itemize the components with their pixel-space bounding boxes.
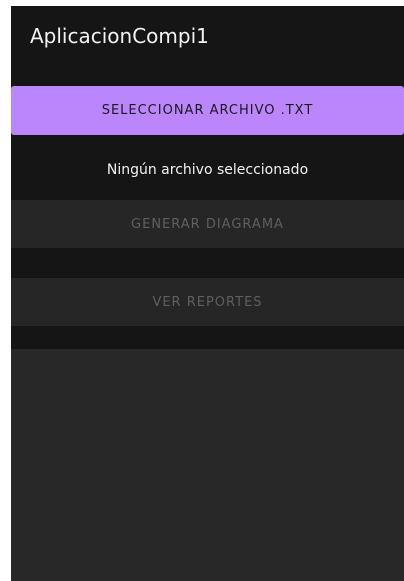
app-screen: AplicacionCompi1 SELECCIONAR ARCHIVO .TX… — [11, 6, 404, 581]
view-reports-button[interactable]: VER REPORTES — [11, 278, 404, 326]
content-panel — [11, 349, 404, 581]
app-title: AplicacionCompi1 — [30, 24, 209, 48]
file-status-text: Ningún archivo seleccionado — [106, 162, 309, 178]
generate-diagram-button[interactable]: GENERAR DIAGRAMA — [11, 200, 404, 248]
select-file-button[interactable]: SELECCIONAR ARCHIVO .TXT — [11, 86, 404, 135]
